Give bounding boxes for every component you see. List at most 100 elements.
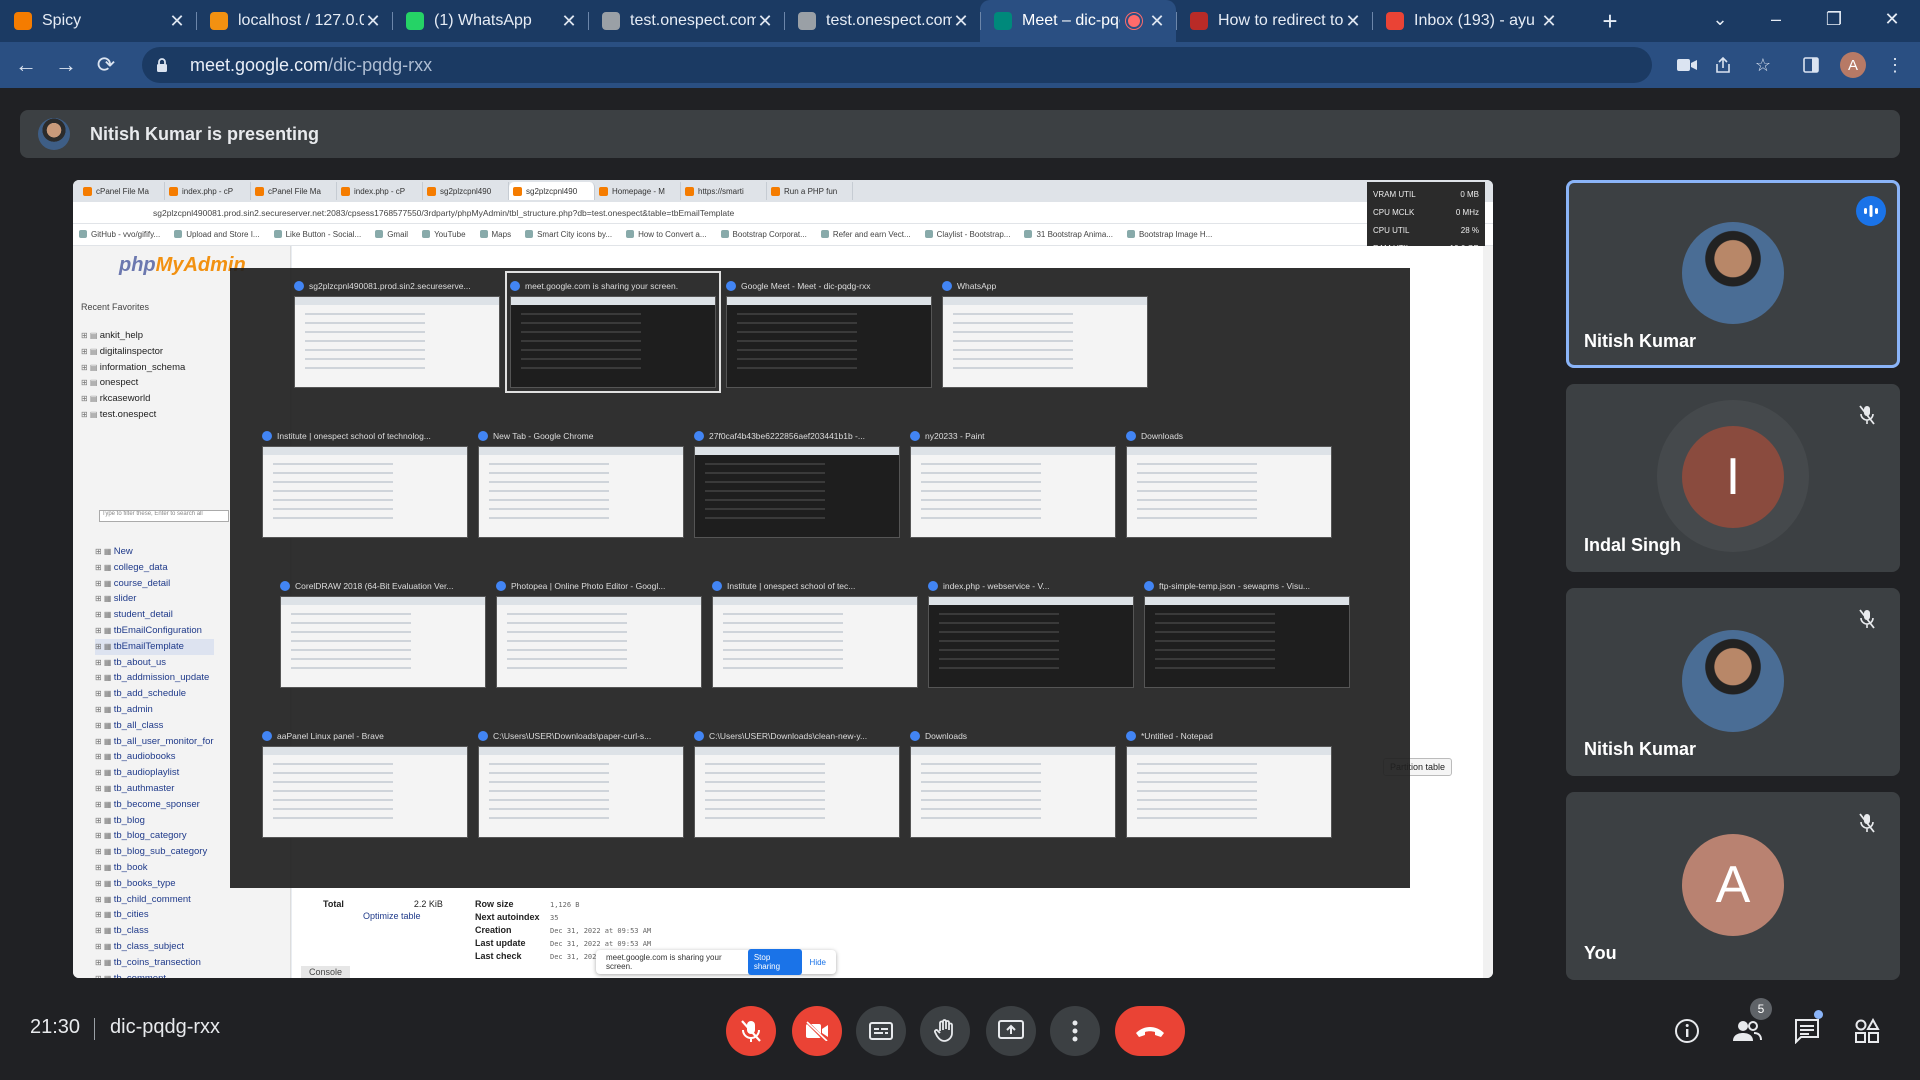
app-icon <box>280 581 290 591</box>
stat-label: Last check <box>475 951 522 961</box>
raise-hand-button[interactable] <box>920 1006 970 1056</box>
stat-row: Last update Dec 31, 2022 at 09:53 AM <box>475 937 651 950</box>
activities-button[interactable] <box>1850 1014 1884 1048</box>
table-item: tb_book <box>95 860 214 876</box>
audio-level-icon <box>1856 196 1886 226</box>
browser-tab[interactable]: Spicy ✕ <box>0 0 196 42</box>
shared-screen: cPanel File Ma index.php - cP cPanel File … <box>73 180 1493 978</box>
mic-muted-icon <box>1856 608 1878 630</box>
browser-tab[interactable]: Inbox (193) - ayu ✕ <box>1372 0 1568 42</box>
switcher-window-label: 27f0caf4b43be6222856aef203441b1b -... <box>709 431 865 441</box>
table-item: tb_blog_category <box>95 828 214 844</box>
browser-tab[interactable]: test.onespect.com ✕ <box>588 0 784 42</box>
share-icon[interactable] <box>1708 50 1738 80</box>
switcher-window-title: C:\Users\USER\Downloads\clean-new-y... <box>694 726 900 746</box>
captions-button[interactable] <box>856 1006 906 1056</box>
phpmyadmin-icon <box>210 12 228 30</box>
meeting-clock: 21:30 <box>30 1016 81 1038</box>
back-button[interactable]: ← <box>6 45 46 85</box>
switcher-window: New Tab - Google Chrome <box>478 426 684 538</box>
side-panel-icon[interactable] <box>1796 50 1826 80</box>
browser-tab[interactable]: (1) WhatsApp ✕ <box>392 0 588 42</box>
shared-tab-favicon <box>685 186 694 196</box>
camera-in-use-icon[interactable] <box>1672 50 1702 80</box>
bookmark-item: Gmail <box>375 230 408 239</box>
switcher-window-title: aaPanel Linux panel - Brave <box>262 726 468 746</box>
app-icon <box>712 581 722 591</box>
forward-button[interactable]: → <box>46 45 86 85</box>
util-row: CPU UTIL 28 % <box>1373 222 1479 240</box>
table-item: college_data <box>95 560 214 576</box>
window-thumbnail <box>478 446 684 538</box>
switcher-window-title: ny20233 - Paint <box>910 426 1116 446</box>
util-value: 0 MHz <box>1455 208 1479 217</box>
browser-tab[interactable]: Meet – dic-pqdg-rxx ✕ <box>980 0 1176 42</box>
browser-menu-icon[interactable]: ⋮ <box>1880 50 1910 80</box>
switcher-window-title: New Tab - Google Chrome <box>478 426 684 446</box>
window-thumbnail <box>1126 746 1332 838</box>
app-icon <box>294 281 304 291</box>
shared-tab: index.php - cP <box>165 182 251 200</box>
shared-tab-title: cPanel File Ma <box>268 186 321 196</box>
tab-search-icon[interactable]: ⌄ <box>1692 0 1748 38</box>
close-tab-icon[interactable]: ✕ <box>1344 11 1362 32</box>
database-list: ankit_helpdigitalinspectorinformation_sc… <box>81 328 186 423</box>
new-tab-button[interactable]: + <box>1590 0 1630 42</box>
participant-tile[interactable]: Nitish Kumar <box>1566 588 1900 776</box>
present-screen-button[interactable] <box>986 1006 1036 1056</box>
close-tab-icon[interactable]: ✕ <box>364 11 382 32</box>
table-item: student_detail <box>95 607 214 623</box>
close-window-button[interactable]: ✕ <box>1864 0 1920 38</box>
meeting-details-button[interactable] <box>1670 1014 1704 1048</box>
app-icon <box>478 431 488 441</box>
table-item: tbEmailTemplate <box>95 638 214 655</box>
app-icon <box>496 581 506 591</box>
util-row: CPU MCLK 0 MHz <box>1373 204 1479 222</box>
camera-toggle-button[interactable] <box>792 1006 842 1056</box>
shared-tab-favicon <box>169 186 178 196</box>
database-item: information_schema <box>81 360 186 376</box>
minimize-button[interactable]: – <box>1748 0 1804 38</box>
stat-label: Next autoindex <box>475 912 540 922</box>
browser-tab[interactable]: How to redirect to ✕ <box>1176 0 1372 42</box>
shared-tab: cPanel File Ma <box>251 182 337 200</box>
shared-tab-favicon <box>513 186 522 196</box>
util-value: 0 MB <box>1460 190 1479 199</box>
share-notice-text: meet.google.com is sharing your screen. <box>606 953 722 971</box>
close-tab-icon[interactable]: ✕ <box>1148 11 1166 32</box>
microphone-toggle-button[interactable] <box>726 1006 776 1056</box>
close-tab-icon[interactable]: ✕ <box>756 11 774 32</box>
table-item: tb_become_sponser <box>95 797 214 813</box>
leave-call-button[interactable] <box>1115 1006 1185 1056</box>
app-icon <box>510 281 520 291</box>
more-options-button[interactable] <box>1050 1006 1100 1056</box>
reload-button[interactable]: ⟳ <box>86 45 126 85</box>
window-thumbnail <box>942 296 1148 388</box>
close-tab-icon[interactable]: ✕ <box>1540 11 1558 32</box>
close-tab-icon[interactable]: ✕ <box>168 11 186 32</box>
switcher-window: C:\Users\USER\Downloads\clean-new-y... <box>694 726 900 838</box>
profile-avatar[interactable]: A <box>1840 52 1866 78</box>
browser-tab[interactable]: test.onespect.com ✕ <box>784 0 980 42</box>
restore-button[interactable]: ❐ <box>1806 0 1862 38</box>
optimize-table-link: Optimize table <box>363 911 421 921</box>
address-bar[interactable]: meet.google.com/dic-pqdg-rxx <box>142 47 1652 83</box>
switcher-window-label: C:\Users\USER\Downloads\paper-curl-s... <box>493 731 652 741</box>
participant-name: Nitish Kumar <box>1584 739 1697 759</box>
browser-tab-title: test.onespect.com <box>826 12 952 29</box>
chat-button[interactable] <box>1790 1014 1824 1048</box>
switcher-window: index.php - webservice - V... <box>928 576 1134 688</box>
more-vert-icon <box>1072 1020 1078 1042</box>
switcher-window: ftp-simple-temp.json - sewapms - Visu... <box>1144 576 1350 688</box>
participant-tile[interactable]: Nitish Kumar <box>1566 180 1900 368</box>
presenter-avatar <box>38 118 70 150</box>
bookmark-star-icon[interactable]: ☆ <box>1748 50 1778 80</box>
browser-tab-title: How to redirect to <box>1218 12 1344 29</box>
app-icon <box>262 431 272 441</box>
browser-tab[interactable]: localhost / 127.0.0.1✕ <box>196 0 392 42</box>
close-tab-icon[interactable]: ✕ <box>560 11 578 32</box>
participant-tile[interactable]: I Indal Singh <box>1566 384 1900 572</box>
participant-tile[interactable]: A You <box>1566 792 1900 980</box>
shared-url: sg2plzcpnl490081.prod.sin2.secureserver.… <box>153 207 735 218</box>
close-tab-icon[interactable]: ✕ <box>952 11 970 32</box>
